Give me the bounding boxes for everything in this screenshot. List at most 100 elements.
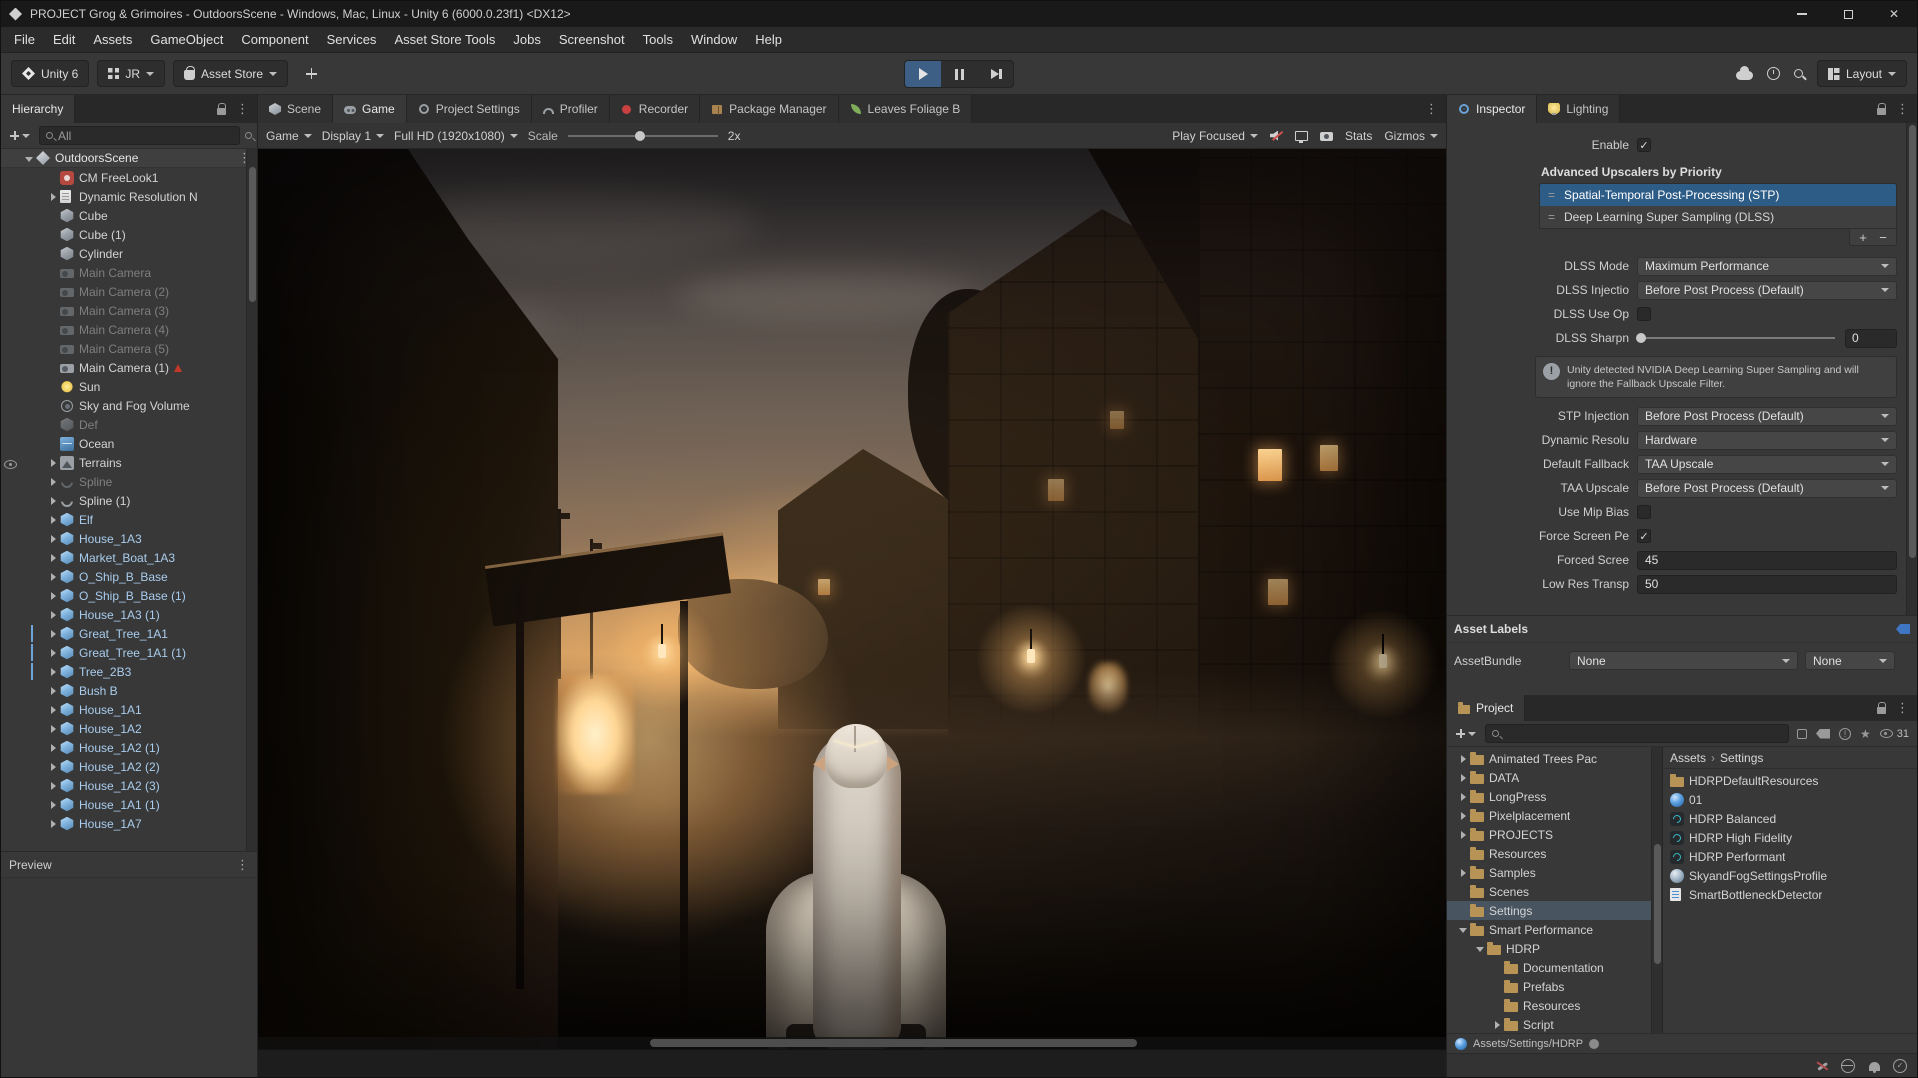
game-horizontal-scrollbar[interactable]	[258, 1037, 1446, 1049]
menu-jobs[interactable]: Jobs	[504, 27, 549, 52]
upscaler-item[interactable]: Spatial-Temporal Post-Processing (STP)	[1540, 184, 1896, 206]
menu-edit[interactable]: Edit	[44, 27, 84, 52]
menu-services[interactable]: Services	[318, 27, 386, 52]
expand-arrow-icon[interactable]	[47, 798, 60, 811]
default-fallback-dropdown[interactable]: TAA Upscale	[1637, 454, 1897, 474]
slider-knob[interactable]	[1636, 333, 1646, 343]
preview-header[interactable]: Preview	[1, 852, 257, 878]
menu-assets[interactable]: Assets	[84, 27, 141, 52]
menu-tools[interactable]: Tools	[634, 27, 682, 52]
favorite-star-icon[interactable]	[1860, 725, 1871, 743]
hierarchy-item[interactable]: Cube	[1, 206, 257, 225]
search-by-label-icon[interactable]	[1815, 728, 1830, 739]
hierarchy-item[interactable]: Tree_2B3	[1, 662, 257, 681]
hierarchy-item[interactable]: Dynamic Resolution N	[1, 187, 257, 206]
scale-slider[interactable]	[567, 130, 718, 141]
project-folder-item[interactable]: Settings	[1447, 901, 1651, 920]
hierarchy-item[interactable]: Terrains	[1, 453, 257, 472]
undo-history-icon[interactable]	[1766, 67, 1780, 80]
breadcrumb-item[interactable]: Assets	[1670, 751, 1706, 765]
expand-arrow-icon[interactable]	[47, 551, 60, 564]
expand-arrow-icon[interactable]	[1457, 790, 1470, 803]
slider-track[interactable]	[1636, 333, 1835, 343]
lock-icon[interactable]	[1877, 102, 1886, 115]
expand-arrow-icon[interactable]	[47, 475, 60, 488]
hierarchy-item[interactable]: House_1A1 (1)	[1, 795, 257, 814]
expand-arrow-icon[interactable]	[47, 589, 60, 602]
project-file-item[interactable]: HDRP High Fidelity	[1663, 828, 1917, 847]
tab-profiler[interactable]: Profiler	[531, 95, 610, 123]
hierarchy-item[interactable]: House_1A7	[1, 814, 257, 833]
panel-menu-icon[interactable]	[1896, 699, 1909, 717]
project-folder-item[interactable]: Scenes	[1447, 882, 1651, 901]
scrollbar-thumb[interactable]	[1908, 125, 1916, 558]
hidden-packages-toggle[interactable]: 31	[1879, 728, 1909, 740]
notifications-bell-icon[interactable]	[1868, 1062, 1880, 1073]
hierarchy-item[interactable]: Main Camera	[1, 263, 257, 282]
menu-gameobject[interactable]: GameObject	[141, 27, 232, 52]
tab-scene[interactable]: Scene	[258, 95, 334, 123]
project-folder-item[interactable]: Prefabs	[1447, 977, 1651, 996]
lock-icon[interactable]	[217, 102, 226, 115]
expand-arrow-icon[interactable]	[47, 190, 60, 203]
hierarchy-item[interactable]: Cylinder	[1, 244, 257, 263]
minimize-button[interactable]	[1779, 1, 1825, 27]
import-activity-icon[interactable]	[1838, 727, 1851, 740]
hierarchy-item[interactable]: Ocean	[1, 434, 257, 453]
collapse-arrow-icon[interactable]	[23, 152, 36, 165]
hierarchy-item[interactable]: House_1A2 (1)	[1, 738, 257, 757]
menu-help[interactable]: Help	[746, 27, 791, 52]
expand-arrow-icon[interactable]	[1457, 752, 1470, 765]
hierarchy-item[interactable]: House_1A2 (2)	[1, 757, 257, 776]
remove-upscaler-button[interactable]	[1874, 230, 1892, 245]
project-folder-item[interactable]: Documentation	[1447, 958, 1651, 977]
add-button[interactable]	[296, 60, 326, 87]
game-viewport[interactable]	[258, 149, 1446, 1049]
project-folder-item[interactable]: PROJECTS	[1447, 825, 1651, 844]
expand-arrow-icon[interactable]	[1491, 1018, 1504, 1031]
stp-injection-dropdown[interactable]: Before Post Process (Default)	[1637, 406, 1897, 426]
maximize-button[interactable]	[1825, 1, 1871, 27]
tab-project-settings[interactable]: Project Settings	[406, 95, 532, 123]
panel-menu-icon[interactable]	[236, 100, 249, 118]
gizmos-dropdown[interactable]: Gizmos	[1384, 129, 1438, 143]
hierarchy-item[interactable]: O_Ship_B_Base	[1, 567, 257, 586]
assetbundle-name-dropdown[interactable]: None	[1569, 651, 1798, 670]
hierarchy-item[interactable]: O_Ship_B_Base (1)	[1, 586, 257, 605]
hierarchy-item[interactable]: Bush B	[1, 681, 257, 700]
tab-game[interactable]: Game	[333, 95, 407, 123]
project-file-item[interactable]: HDRP Performant	[1663, 847, 1917, 866]
expand-arrow-icon[interactable]	[47, 722, 60, 735]
panel-menu-icon[interactable]	[1425, 100, 1438, 118]
expand-arrow-icon[interactable]	[1457, 923, 1470, 936]
network-status-icon[interactable]	[1841, 1058, 1855, 1073]
search-by-type-icon[interactable]	[1796, 728, 1807, 739]
taa-upscale-dropdown[interactable]: Before Post Process (Default)	[1637, 478, 1897, 498]
expand-arrow-icon[interactable]	[47, 760, 60, 773]
hierarchy-item[interactable]: Main Camera (1)	[1, 358, 257, 377]
menu-file[interactable]: File	[5, 27, 44, 52]
hierarchy-scrollbar[interactable]	[246, 149, 257, 851]
dlss-sharpn-slider[interactable]: 0	[1636, 328, 1897, 348]
tab-hierarchy[interactable]: Hierarchy	[1, 95, 76, 123]
expand-arrow-icon[interactable]	[47, 779, 60, 792]
scrollbar-thumb[interactable]	[248, 167, 256, 302]
breadcrumb-item[interactable]: Settings	[1720, 751, 1763, 765]
expand-arrow-icon[interactable]	[47, 646, 60, 659]
search-by-type-icon[interactable]	[245, 132, 252, 139]
menu-window[interactable]: Window	[682, 27, 746, 52]
account-dropdown[interactable]: JR	[97, 60, 166, 87]
expand-arrow-icon[interactable]	[1474, 942, 1487, 955]
inspector-scrollbar[interactable]	[1906, 123, 1917, 615]
search-icon[interactable]	[1793, 69, 1803, 78]
project-tree-scrollbar[interactable]	[1651, 747, 1662, 1033]
hierarchy-item[interactable]: Main Camera (5)	[1, 339, 257, 358]
stats-button[interactable]: Stats	[1345, 129, 1372, 143]
layout-dropdown[interactable]: Layout	[1816, 60, 1907, 87]
scrollbar-thumb[interactable]	[650, 1039, 1138, 1047]
menu-screenshot[interactable]: Screenshot	[550, 27, 634, 52]
hierarchy-search-input[interactable]: All	[39, 126, 240, 145]
tab-inspector[interactable]: Inspector	[1447, 95, 1538, 123]
expand-arrow-icon[interactable]	[47, 627, 60, 640]
hierarchy-item[interactable]: Main Camera (3)	[1, 301, 257, 320]
